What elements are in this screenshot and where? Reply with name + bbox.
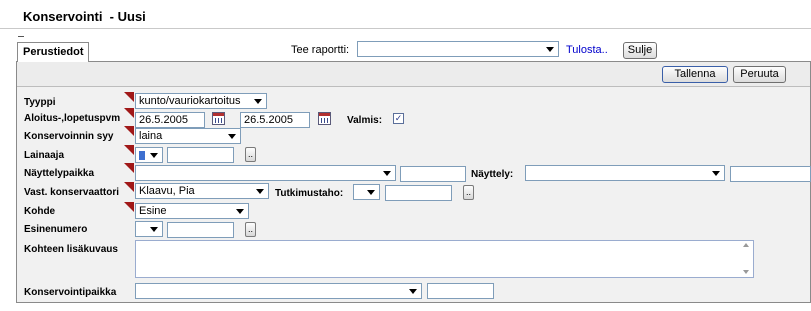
tutkimustaho-select[interactable] [353,184,380,200]
syy-select[interactable]: laina [135,128,241,144]
tab-perustiedot[interactable]: Perustiedot [17,42,89,62]
required-marker [124,108,134,118]
required-marker [124,202,134,212]
save-button[interactable]: Tallenna [662,66,728,83]
required-marker [124,92,134,102]
cancel-button[interactable]: Peruuta [733,66,786,83]
scroll-down-icon[interactable] [743,270,749,274]
tutkimustaho-lookup-button[interactable]: .. [463,185,474,200]
lainaaja-select[interactable] [135,147,163,163]
tutkimustaho-label: Tutkimustaho: [275,188,344,199]
chevron-down-icon [712,171,720,176]
print-link[interactable]: Tulosta.. [566,44,608,56]
chevron-down-icon [150,227,158,232]
required-marker [124,145,134,155]
chevron-down-icon [383,171,391,176]
required-marker [124,163,134,173]
chevron-down-icon [228,134,236,139]
chevron-down-icon [367,190,375,195]
tyyppi-value: kunto/vauriokartoitus [139,95,241,107]
esinenumero-input[interactable] [167,222,234,238]
esinenumero-lookup-button[interactable]: .. [245,222,256,237]
konservointipaikka-input[interactable] [427,283,494,299]
start-date-input[interactable]: 26.5.2005 [135,112,205,128]
close-button[interactable]: Sulje [623,42,657,59]
esinenumero-select[interactable] [135,221,163,237]
tab-strip-mark [18,36,24,37]
konservaattori-select[interactable]: Klaavu, Pia [135,183,269,199]
kohde-select[interactable]: Esine [135,203,249,219]
end-date-input[interactable]: 26.5.2005 [240,112,310,128]
title-divider [0,28,811,29]
dates-label: Aloitus-,lopetuspvm [24,113,121,124]
esinenumero-label: Esinenumero [24,224,88,235]
required-marker [124,182,134,192]
report-label: Tee raportti: [291,44,350,56]
lisakuvaus-label: Kohteen lisäkuvaus [24,244,118,255]
konservointipaikka-label: Konservointipaikka [24,287,117,298]
syy-label: Konservoinnin syy [24,131,114,142]
lainaaja-input[interactable] [167,147,234,163]
lainaaja-label: Lainaaja [24,150,65,161]
chevron-down-icon [409,289,417,294]
window-title: Konservointi - Uusi [23,9,146,24]
konservaattori-label: Vast. konservaattori [24,187,120,198]
nayttely-label: Näyttely: [471,169,514,180]
calendar-icon[interactable] [212,112,225,125]
konservointipaikka-select[interactable] [135,283,422,299]
panel-divider [17,86,810,87]
kohde-label: Kohde [24,206,56,217]
lainaaja-lookup-button[interactable]: .. [245,147,256,162]
report-select[interactable] [357,41,559,57]
valmis-label: Valmis: [347,115,383,126]
chevron-down-icon [256,189,264,194]
nayttely-select[interactable] [525,165,725,181]
chevron-down-icon [254,99,262,104]
konservaattori-value: Klaavu, Pia [139,185,195,197]
nayttelypaikka-input[interactable] [400,166,466,182]
lisakuvaus-textarea[interactable] [135,240,754,278]
chevron-down-icon [236,209,244,214]
valmis-checkbox[interactable]: ✓ [393,113,404,124]
required-marker [124,126,134,136]
calendar-icon[interactable] [318,112,331,125]
nayttelypaikka-select[interactable] [135,165,396,181]
tyyppi-label: Tyyppi [24,97,56,108]
syy-value: laina [139,130,163,142]
tyyppi-select[interactable]: kunto/vauriokartoitus [135,93,267,109]
chevron-down-icon [546,47,554,52]
nayttelypaikka-label: Näyttelypaikka [24,168,95,179]
tutkimustaho-input[interactable] [385,185,452,201]
scroll-up-icon[interactable] [743,243,749,247]
nayttely-input[interactable] [730,166,811,182]
chevron-down-icon [150,153,158,158]
selection-highlight [139,151,145,160]
kohde-value: Esine [139,205,167,217]
